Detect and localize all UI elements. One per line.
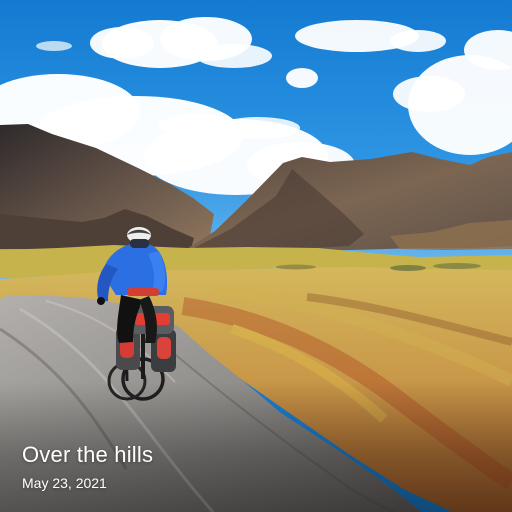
photo-title: Over the hills bbox=[22, 442, 154, 467]
landscape-photo bbox=[0, 0, 512, 512]
photo-date: May 23, 2021 bbox=[22, 475, 107, 491]
photo-caption: Over the hills May 23, 2021 bbox=[22, 442, 153, 492]
photo-card[interactable]: Over the hills May 23, 2021 bbox=[0, 0, 512, 512]
